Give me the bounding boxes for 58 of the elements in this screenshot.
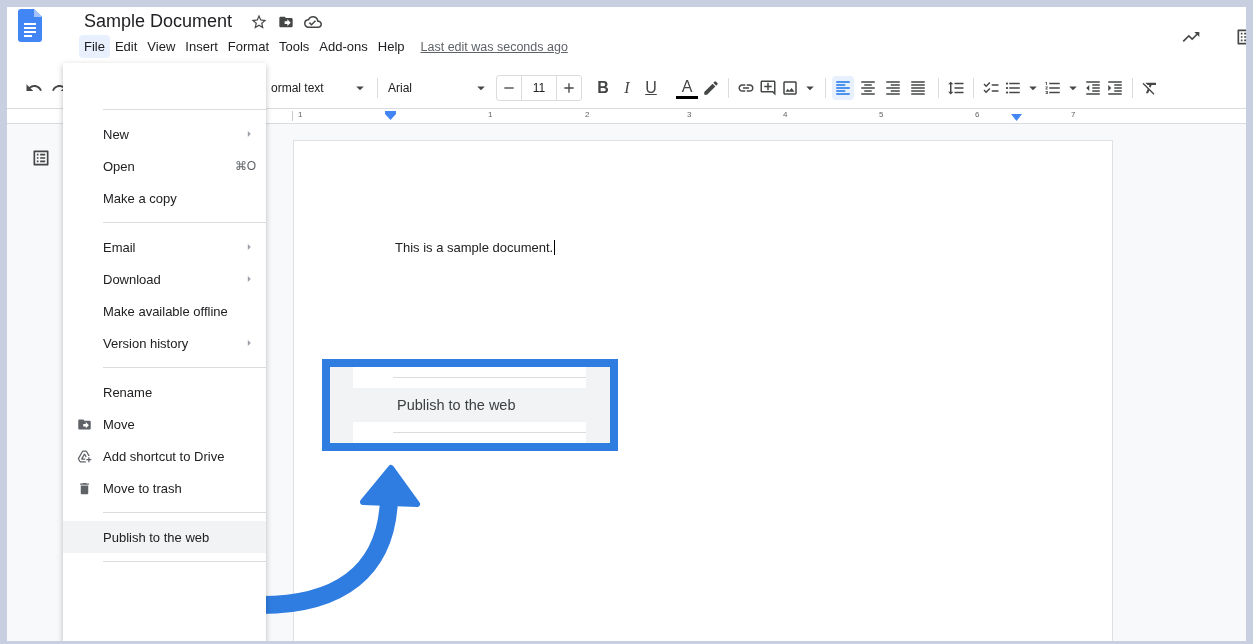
trash-icon [77, 480, 92, 496]
menu-bar-item[interactable]: Insert [180, 35, 223, 58]
menu-item[interactable]: Publish to the web [63, 521, 266, 553]
bold-button[interactable]: B [592, 79, 614, 97]
menu-bar-item[interactable]: Add-ons [314, 35, 373, 58]
menu-item-label: Download [103, 271, 162, 287]
menu-bar-item[interactable]: Help [372, 35, 410, 58]
shortcut-text: ⌘O [234, 159, 256, 173]
document-text: This is a sample document. [395, 240, 556, 255]
italic-button[interactable]: I [616, 79, 638, 97]
style-select[interactable]: ormal text [271, 81, 349, 95]
docs-logo-icon[interactable] [18, 9, 42, 42]
menu-bar-item[interactable]: Edit [109, 35, 143, 58]
align-left-button[interactable] [832, 76, 854, 100]
font-select[interactable]: Arial [388, 81, 470, 95]
drive-shortcut-icon [77, 448, 92, 464]
menu-item-label: Rename [103, 384, 154, 400]
menu-item-label: Version history [103, 335, 190, 351]
right-indent-marker-icon[interactable] [1011, 114, 1022, 121]
menu-item[interactable]: Download [63, 263, 266, 295]
ruler-number: 2 [585, 110, 590, 119]
menu-bar-item[interactable]: File [79, 35, 110, 58]
menu-bar-item[interactable]: View [142, 35, 181, 58]
ruler-number: 1 [298, 110, 303, 119]
menu-item[interactable]: Email [63, 231, 266, 263]
ruler-number: 3 [687, 110, 692, 119]
ruler-number: 7 [1071, 110, 1076, 119]
indent-marker-icon[interactable] [385, 111, 396, 120]
ruler-number: 6 [975, 110, 980, 119]
menu-item[interactable]: Make a copy [63, 182, 266, 214]
menu-item-label: Make available offline [103, 303, 229, 319]
menu-item-label: Move [103, 416, 136, 432]
menu-item[interactable]: Rename [63, 376, 266, 408]
ruler-number: 5 [879, 110, 884, 119]
menu-item[interactable]: Open ⌘O [63, 150, 266, 182]
menu-item[interactable]: Move [63, 408, 266, 440]
menu-item-label: Make a copy [103, 190, 178, 206]
menu-item[interactable]: New [63, 118, 266, 150]
menu-item[interactable]: Add shortcut to Drive [63, 440, 266, 472]
menu-item-label: Move to trash [103, 480, 183, 496]
menu-bar-item[interactable]: Tools [274, 35, 315, 58]
menu-bar-item[interactable]: Format [222, 35, 274, 58]
ruler-number: 1 [488, 110, 493, 119]
menu-item[interactable]: Make available offline [63, 295, 266, 327]
menu-item-label: Publish to the web [103, 529, 211, 545]
document-title[interactable]: Sample Document [84, 11, 233, 32]
menu-item-label: Email [103, 239, 137, 255]
outline-icon[interactable] [31, 148, 51, 168]
menu-item[interactable]: Version history [63, 327, 266, 359]
underline-button[interactable]: U [640, 79, 662, 97]
menu-item-label: New [103, 126, 130, 142]
last-edit-link[interactable]: Last edit was seconds ago [420, 39, 568, 54]
ruler-number: 4 [783, 110, 788, 119]
plus-icon[interactable] [561, 80, 577, 96]
text-color-button[interactable]: A [676, 77, 698, 99]
menu-item-label: Add shortcut to Drive [103, 448, 226, 464]
menu-item-label: Open [103, 158, 136, 174]
menu-item[interactable]: Move to trash [63, 472, 266, 504]
